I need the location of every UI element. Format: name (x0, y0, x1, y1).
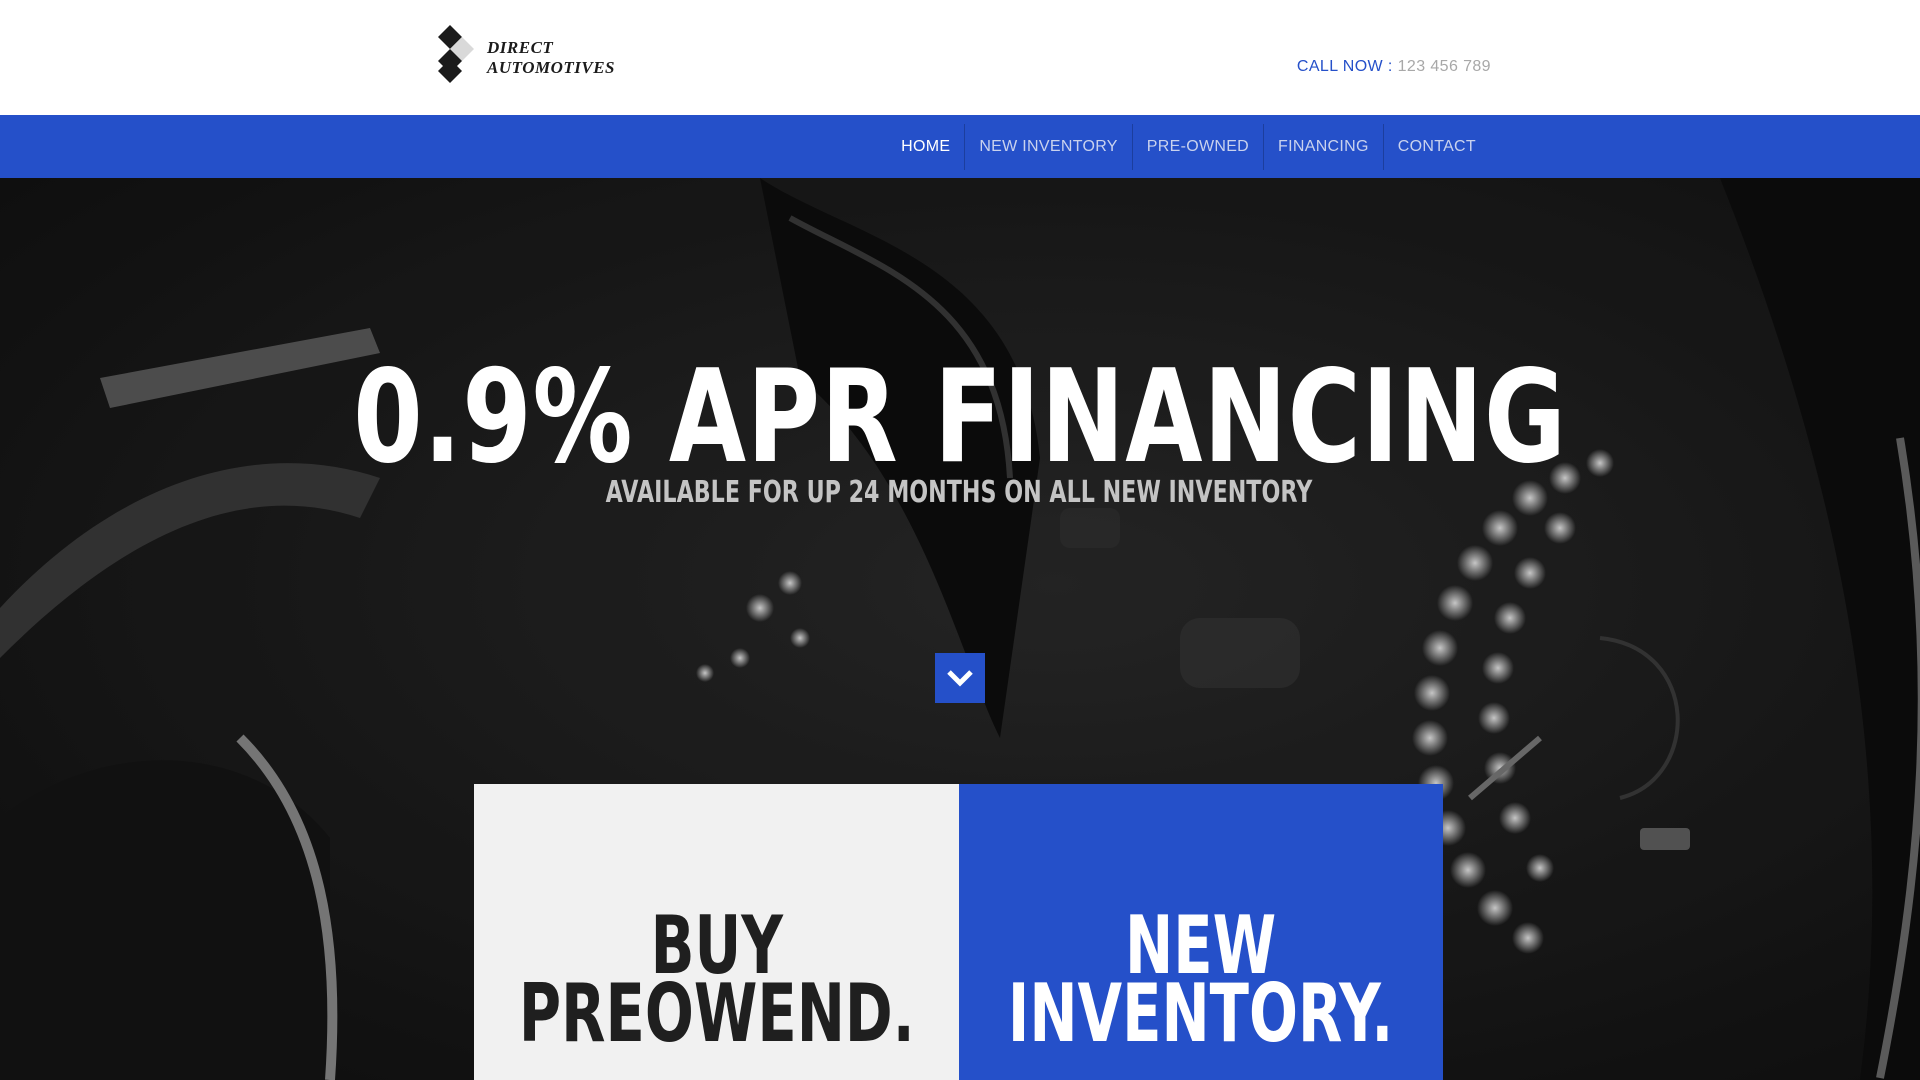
call-now: CALL NOW : 123 456 789 (1297, 58, 1491, 76)
brand-name-line2: AUTOMOTIVES (487, 58, 615, 77)
buy-preowned-title: BUY PREOWEND. (518, 906, 915, 1060)
nav-item-contact[interactable]: CONTACT (1382, 123, 1490, 170)
call-now-label: CALL NOW : (1296, 58, 1393, 75)
scroll-down-button[interactable] (935, 653, 985, 703)
hero-subhead: AVAILABLE FOR UP 24 MONTHS ON ALL NEW IN… (605, 475, 1313, 510)
new-inventory-title: NEW INVENTORY. (1008, 906, 1394, 1060)
brand-name-line1: DIRECT (487, 38, 554, 57)
buy-preowned-card[interactable]: BUY PREOWEND. (474, 784, 959, 1080)
chevron-down-icon (947, 670, 973, 687)
hero-headline: 0.9% APR FINANCING (353, 343, 1567, 492)
new-inventory-line2: INVENTORY. (1008, 967, 1394, 1060)
phone-number[interactable]: 123 456 789 (1398, 58, 1491, 75)
brand-logo[interactable]: DIRECT AUTOMOTIVES (433, 25, 633, 83)
new-inventory-card[interactable]: NEW INVENTORY. (959, 784, 1443, 1080)
main-nav: HOME NEW INVENTORY PRE-OWNED FINANCING C… (0, 115, 1920, 178)
nav-item-pre-owned[interactable]: PRE-OWNED (1131, 123, 1263, 170)
nav-item-new-inventory[interactable]: NEW INVENTORY (964, 123, 1131, 170)
brand-name: DIRECT AUTOMOTIVES (487, 38, 615, 78)
hero-section: 0.9% APR FINANCING AVAILABLE FOR UP 24 M… (0, 178, 1920, 1080)
nav-item-home[interactable]: HOME (887, 124, 964, 170)
diamond-logo-icon (438, 25, 474, 83)
nav-item-financing[interactable]: FINANCING (1263, 123, 1383, 170)
site-header: DIRECT AUTOMOTIVES CALL NOW : 123 456 78… (0, 0, 1920, 115)
buy-preowned-line2: PREOWEND. (518, 967, 915, 1060)
